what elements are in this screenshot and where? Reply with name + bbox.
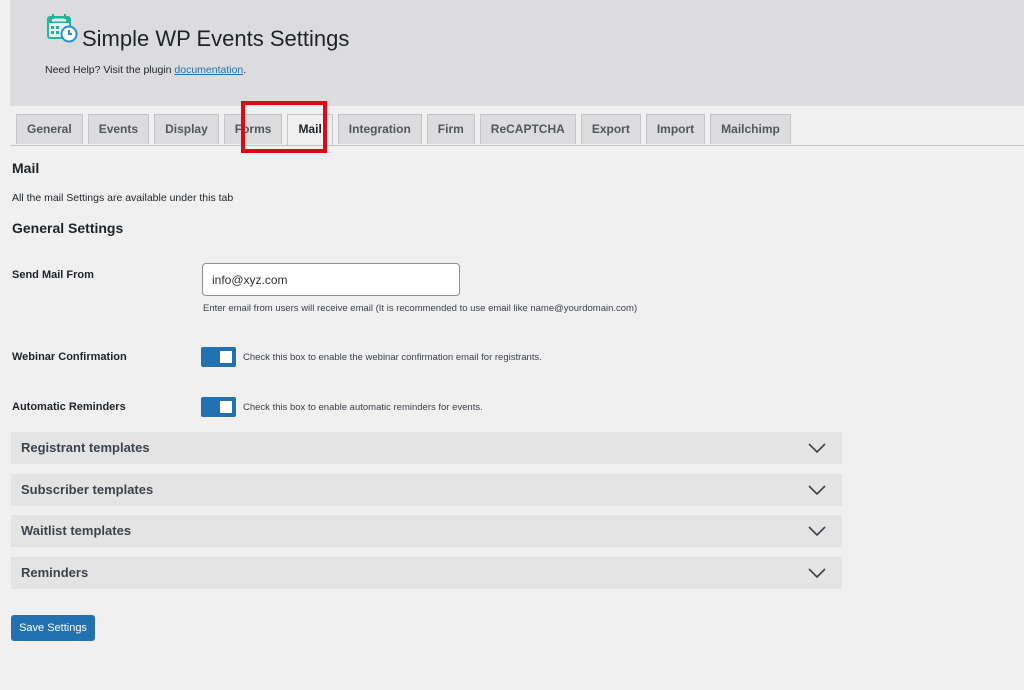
webinar-confirmation-label: Webinar Confirmation [12, 351, 127, 363]
documentation-link[interactable]: documentation [174, 64, 243, 76]
page-title: Simple WP Events Settings [82, 26, 350, 51]
webinar-confirmation-description: Check this box to enable the webinar con… [243, 352, 542, 363]
automatic-reminders-description: Check this box to enable automatic remin… [243, 402, 483, 413]
tab-import[interactable]: Import [645, 114, 706, 144]
toggle-knob [220, 351, 232, 363]
save-settings-button[interactable]: Save Settings [11, 615, 95, 641]
accordion-reminders[interactable]: Reminders [11, 557, 842, 589]
chevron-down-icon [808, 485, 826, 496]
tab-general[interactable]: General [16, 114, 83, 144]
section-description: All the mail Settings are available unde… [12, 192, 234, 204]
tab-display[interactable]: Display [154, 114, 219, 144]
accordion-subscriber-templates[interactable]: Subscriber templates [11, 474, 842, 506]
automatic-reminders-label: Automatic Reminders [12, 401, 126, 413]
help-text: Need Help? Visit the plugin documentatio… [45, 64, 247, 76]
chevron-down-icon [808, 443, 826, 454]
chevron-down-icon [808, 568, 826, 579]
accordion-registrant-templates[interactable]: Registrant templates [11, 432, 842, 464]
accordion-waitlist-templates[interactable]: Waitlist templates [11, 515, 842, 547]
tab-mail[interactable]: Mail [287, 114, 333, 145]
chevron-down-icon [808, 526, 826, 537]
page-header: Simple WP Events Settings Need Help? Vis… [10, 0, 1024, 106]
automatic-reminders-toggle[interactable] [201, 397, 236, 417]
send-mail-from-input[interactable] [202, 263, 460, 296]
tab-divider [10, 145, 1024, 146]
tab-recaptcha[interactable]: ReCAPTCHA [479, 114, 576, 144]
settings-tabs: General Events Display Forms Mail Integr… [16, 114, 791, 145]
tab-forms[interactable]: Forms [223, 114, 283, 144]
send-mail-from-hint: Enter email from users will receive emai… [203, 303, 638, 314]
calendar-clock-icon [47, 14, 78, 43]
tab-mailchimp[interactable]: Mailchimp [710, 114, 791, 144]
tab-integration[interactable]: Integration [337, 114, 422, 144]
webinar-confirmation-toggle[interactable] [201, 347, 236, 367]
tab-firm[interactable]: Firm [426, 114, 475, 144]
section-title: Mail [12, 160, 40, 176]
general-settings-heading: General Settings [12, 220, 124, 236]
send-mail-from-label: Send Mail From [12, 269, 94, 281]
toggle-knob [220, 401, 232, 413]
tab-events[interactable]: Events [87, 114, 150, 144]
tab-export[interactable]: Export [580, 114, 641, 144]
